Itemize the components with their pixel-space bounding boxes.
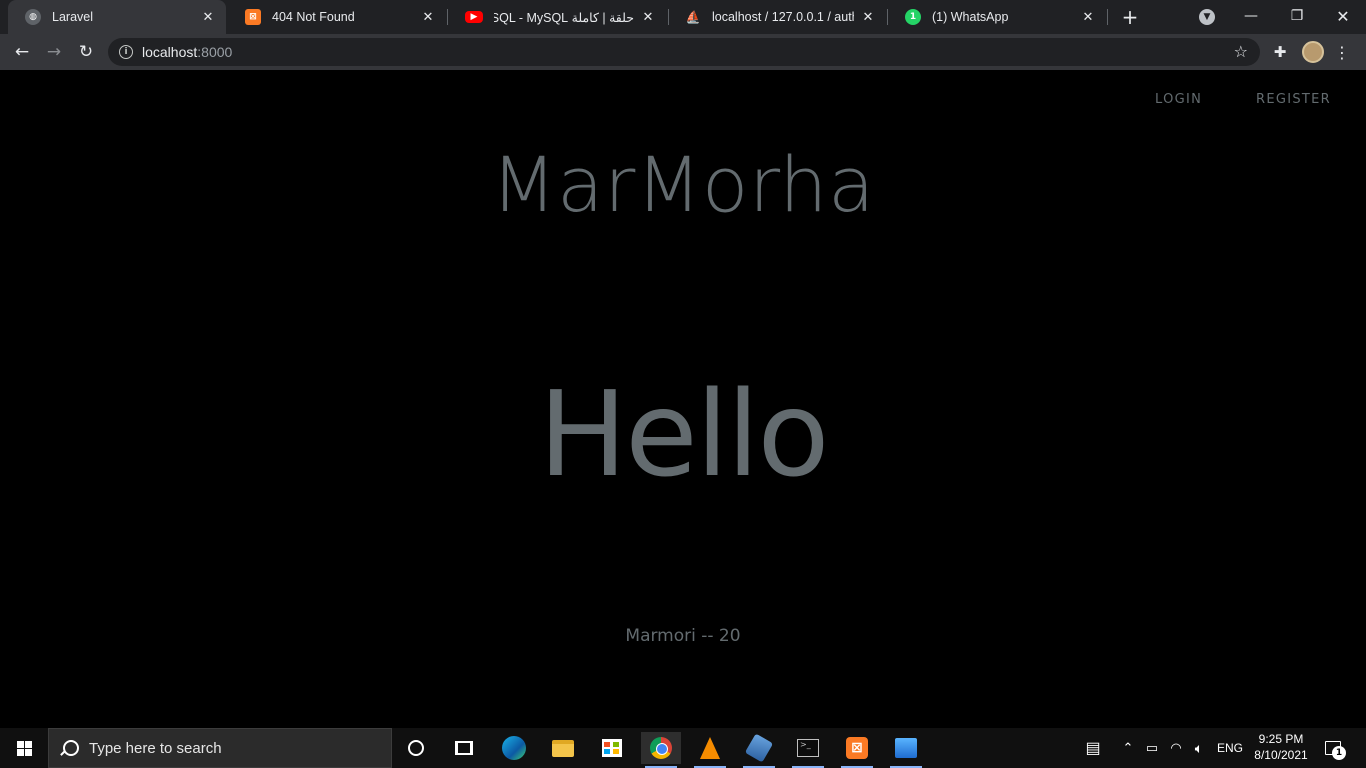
browser-tab-strip: ◍ Laravel ✕ ⊠ 404 Not Found ✕ ▶ حلقة | ك… bbox=[0, 0, 1366, 34]
youtube-icon: ▶ bbox=[465, 11, 483, 23]
url-host: localhost bbox=[142, 44, 198, 60]
browser-menu-icon[interactable]: ⋮ bbox=[1334, 41, 1350, 63]
page-content: LOGIN REGISTER MarMorha Hello Marmori --… bbox=[0, 70, 1366, 728]
start-button[interactable] bbox=[0, 728, 48, 768]
notification-count: 1 bbox=[1332, 746, 1346, 760]
task-view-button[interactable] bbox=[444, 732, 484, 764]
tab-title: (1) WhatsApp bbox=[932, 10, 1009, 24]
site-info-icon[interactable]: i bbox=[119, 45, 133, 59]
taskbar-terminal[interactable]: >_ bbox=[788, 732, 828, 768]
address-url: localhost:8000 bbox=[142, 44, 232, 60]
back-button[interactable]: ← bbox=[8, 38, 36, 66]
tab-404-not-found[interactable]: ⊠ 404 Not Found ✕ bbox=[228, 0, 446, 34]
xampp-icon: ⊠ bbox=[846, 737, 868, 759]
search-placeholder: Type here to search bbox=[89, 739, 222, 757]
reload-button[interactable]: ↻ bbox=[72, 38, 100, 66]
xampp-icon: ⊠ bbox=[245, 9, 261, 25]
wifi-icon[interactable]: ◠ bbox=[1166, 728, 1186, 768]
tab-phpmyadmin[interactable]: ⛵ localhost / 127.0.0.1 / authdb ✕ bbox=[668, 0, 886, 34]
phpmyadmin-icon: ⛵ bbox=[685, 10, 701, 24]
restore-button[interactable]: ❐ bbox=[1274, 0, 1320, 32]
chrome-icon bbox=[650, 737, 672, 759]
footer-text: Marmori -- 20 bbox=[625, 626, 741, 646]
close-icon[interactable]: ✕ bbox=[860, 9, 876, 25]
close-icon[interactable]: ✕ bbox=[1080, 9, 1096, 25]
taskbar-edge[interactable] bbox=[494, 732, 534, 764]
extensions-puzzle-icon[interactable]: ✚ bbox=[1270, 42, 1290, 62]
address-bar[interactable]: i localhost:8000 ☆ bbox=[108, 38, 1260, 66]
taskbar-photos[interactable] bbox=[886, 732, 926, 768]
close-icon[interactable]: ✕ bbox=[640, 9, 656, 25]
search-icon bbox=[63, 740, 79, 756]
whatsapp-icon: 1 bbox=[905, 9, 921, 25]
microsoft-store-icon bbox=[602, 739, 622, 757]
task-view-icon bbox=[455, 741, 473, 755]
tab-laravel[interactable]: ◍ Laravel ✕ bbox=[8, 0, 226, 34]
command-prompt-icon: >_ bbox=[797, 739, 819, 757]
bookmark-star-icon[interactable]: ☆ bbox=[1234, 42, 1248, 61]
tab-title: حلقة | كاملة SQL - MySQL دورة bbox=[494, 10, 634, 25]
minimize-button[interactable]: — bbox=[1228, 0, 1274, 32]
system-clock[interactable]: 9:25 PM 8/10/2021 bbox=[1242, 731, 1320, 763]
tab-mysql-course[interactable]: ▶ حلقة | كاملة SQL - MySQL دورة ✕ bbox=[448, 0, 666, 34]
taskbar-vlc[interactable] bbox=[690, 732, 730, 768]
site-title: MarMorha bbox=[490, 140, 876, 229]
register-link[interactable]: REGISTER bbox=[1256, 92, 1331, 107]
taskbar-search-box[interactable]: Type here to search bbox=[48, 728, 392, 768]
url-port: :8000 bbox=[197, 44, 233, 60]
tab-title: 404 Not Found bbox=[272, 10, 355, 24]
clock-date: 8/10/2021 bbox=[1254, 748, 1308, 762]
browser-toolbar: ← → ↻ i localhost:8000 ☆ bbox=[0, 34, 1366, 70]
windows-taskbar: Type here to search >_ ⊠ ▤ ⌃ ▭ ◠ 🔈︎ ENG … bbox=[0, 728, 1366, 768]
vlc-icon bbox=[700, 737, 720, 759]
action-center-button[interactable]: 1 bbox=[1320, 736, 1346, 760]
tab-search-icon[interactable]: ▼ bbox=[1199, 9, 1215, 25]
taskbar-xampp[interactable]: ⊠ bbox=[837, 732, 877, 768]
show-hidden-icons[interactable]: ⌃ bbox=[1118, 728, 1138, 768]
tab-title: localhost / 127.0.0.1 / authdb bbox=[712, 10, 854, 24]
new-tab-button[interactable]: + bbox=[1118, 5, 1142, 29]
clock-time: 9:25 PM bbox=[1258, 732, 1304, 746]
file-explorer-icon bbox=[552, 739, 574, 757]
close-window-button[interactable]: ✕ bbox=[1320, 0, 1366, 32]
close-icon[interactable]: ✕ bbox=[420, 9, 436, 25]
hello-heading: Hello bbox=[538, 365, 829, 503]
tab-title: Laravel bbox=[52, 10, 93, 24]
profile-avatar[interactable] bbox=[1302, 41, 1324, 63]
taskbar-file-explorer[interactable] bbox=[543, 732, 583, 764]
battery-icon[interactable]: ▭ bbox=[1142, 728, 1162, 768]
volume-icon[interactable]: 🔈︎ bbox=[1189, 728, 1209, 768]
forward-button[interactable]: → bbox=[40, 38, 68, 66]
edge-icon bbox=[502, 736, 526, 760]
cortana-icon bbox=[408, 740, 424, 756]
taskbar-virtualbox[interactable] bbox=[739, 732, 779, 768]
tab-whatsapp[interactable]: 1 (1) WhatsApp ✕ bbox=[888, 0, 1106, 34]
login-link[interactable]: LOGIN bbox=[1155, 92, 1202, 107]
photos-icon bbox=[895, 738, 917, 758]
virtualbox-icon bbox=[744, 733, 774, 763]
globe-icon: ◍ bbox=[25, 9, 41, 25]
windows-logo-icon bbox=[16, 740, 32, 756]
close-icon[interactable]: ✕ bbox=[200, 9, 216, 25]
taskbar-chrome[interactable] bbox=[641, 732, 681, 768]
cortana-button[interactable] bbox=[396, 732, 436, 764]
news-widget-icon[interactable]: ▤ bbox=[1078, 728, 1108, 768]
taskbar-store[interactable] bbox=[592, 732, 632, 764]
tab-separator bbox=[1107, 9, 1108, 25]
